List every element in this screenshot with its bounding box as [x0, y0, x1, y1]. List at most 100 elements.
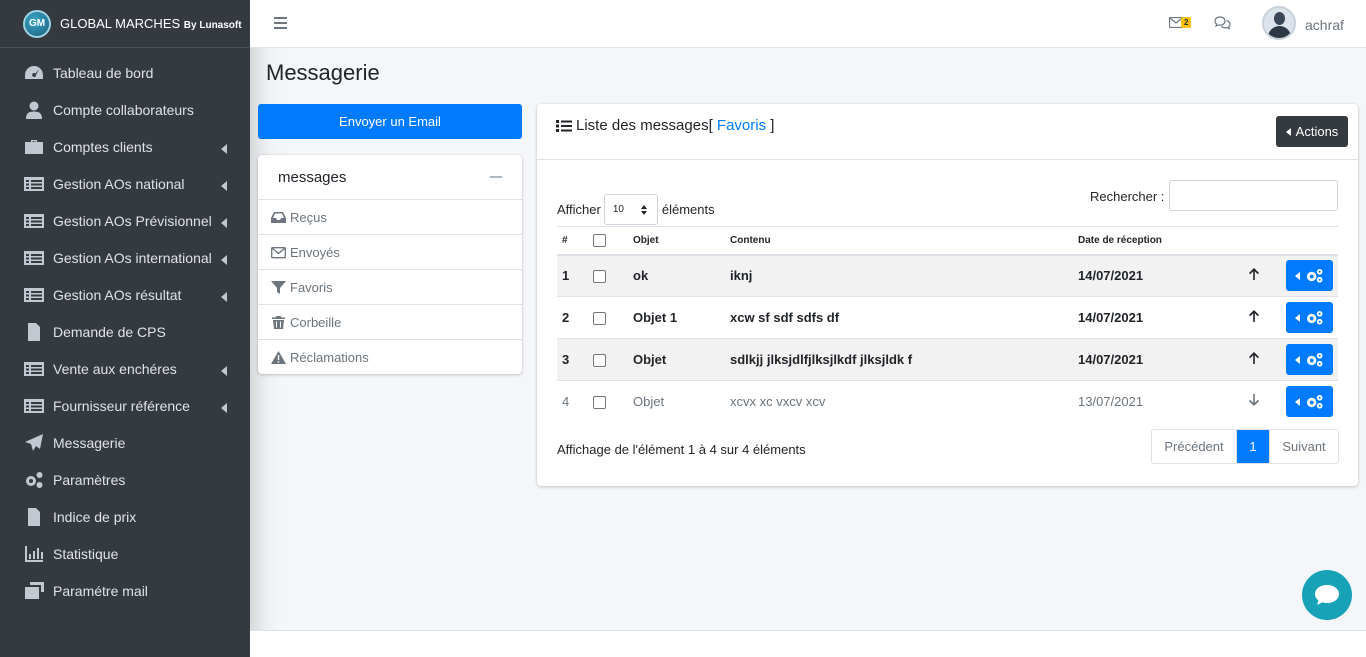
briefcase-icon [22, 137, 46, 157]
row-checkbox[interactable] [593, 354, 606, 368]
table-row[interactable]: 4 Objet xcvx xc vxcv xcv 13/07/2021 [557, 380, 1338, 423]
actions-button[interactable]: Actions [1276, 116, 1348, 147]
table-header-row: # Objet Contenu Date de réception [557, 226, 1338, 256]
send-email-button[interactable]: Envoyer un Email [258, 104, 522, 139]
sidebar-item-param-tres[interactable]: Paramètres [0, 461, 250, 498]
row-checkbox[interactable] [593, 396, 606, 410]
sidebar-nav: Tableau de bord Compte collaborateurs Comp… [0, 48, 250, 609]
user-icon [22, 100, 46, 120]
messages-title: Liste des messages [ Favoris ] [556, 117, 774, 134]
page-1-button[interactable]: 1 [1237, 430, 1269, 463]
sidebar-item-label: Fournisseur référence [53, 397, 190, 414]
sidebar-item-comptes-clients[interactable]: Comptes clients [0, 128, 250, 165]
brand-link[interactable]: GM GLOBAL MARCHES By Lunasoft [0, 0, 250, 48]
folders-list: Reçus Envoyés Favoris Corbeille Réclamations [258, 200, 522, 375]
username[interactable]: achraf [1305, 17, 1344, 33]
cell-objet: Objet 1 [628, 296, 725, 339]
sidebar-item-gestion-aos-international[interactable]: Gestion AOs international [0, 239, 250, 276]
folder-label: Corbeille [290, 314, 342, 330]
folder-reclamations[interactable]: Réclamations [258, 340, 522, 375]
folder-corbeille[interactable]: Corbeille [258, 305, 522, 340]
row-checkbox[interactable] [593, 270, 606, 284]
cell-date: 14/07/2021 [1073, 254, 1243, 297]
row-actions-button[interactable] [1286, 260, 1333, 292]
col-date[interactable]: Date de réception [1073, 226, 1243, 256]
sidebar-item-statistique[interactable]: Statistique [0, 535, 250, 572]
show-label: Afficher [557, 202, 601, 217]
brand-by: By Lunasoft [183, 20, 242, 31]
trash-icon [271, 315, 290, 329]
row-actions-button[interactable] [1286, 386, 1333, 418]
top-navbar: 2 achraf [250, 0, 1366, 48]
cell-contenu: xcw sf sdf sdfs df [725, 296, 1073, 339]
folder-envoyes[interactable]: Envoyés [258, 235, 522, 270]
row-checkbox[interactable] [593, 312, 606, 326]
col-contenu[interactable]: Contenu [725, 226, 1073, 256]
sidebar-item-label: Comptes clients [53, 138, 153, 155]
caret-left-icon [1285, 127, 1291, 136]
paper-plane-icon [22, 433, 46, 453]
list-card-icon [22, 359, 46, 379]
select-all-checkbox[interactable] [593, 233, 606, 247]
collapse-icon[interactable] [490, 176, 502, 178]
folders-card: messages Reçus Envoyés Favoris Corbeille Réc… [258, 155, 522, 374]
sidebar-item-indice-de-prix[interactable]: Indice de prix [0, 498, 250, 535]
previous-page-button[interactable]: Précédent [1152, 430, 1237, 463]
row-actions-button[interactable] [1286, 302, 1333, 333]
comments-icon[interactable] [1214, 16, 1231, 30]
user-avatar[interactable] [1262, 6, 1296, 40]
sidebar-item-compte-collaborateurs[interactable]: Compte collaborateurs [0, 91, 250, 128]
sidebar-item-demande-de-cps[interactable]: Demande de CPS [0, 313, 250, 350]
messages-card: Liste des messages [ Favoris ] Actions A… [537, 104, 1358, 486]
chat-widget-button[interactable] [1302, 570, 1352, 620]
messages-title-text: Liste des messages [576, 117, 709, 134]
cell-date: 13/07/2021 [1073, 380, 1243, 423]
cell-number: 4 [557, 380, 588, 423]
sidebar-item-gestion-aos-pr-visionnel[interactable]: Gestion AOs Prévisionnel [0, 202, 250, 239]
row-actions-button[interactable] [1286, 344, 1333, 375]
sidebar-item-tableau-de-bord[interactable]: Tableau de bord [0, 54, 250, 91]
sidebar-item-label: Gestion AOs international [53, 249, 212, 266]
mail-count-badge: 2 [1181, 17, 1192, 28]
mail-bulk-icon [22, 581, 46, 601]
sidebar-item-gestion-aos-national[interactable]: Gestion AOs national [0, 165, 250, 202]
envelope-icon [271, 246, 290, 259]
cell-contenu: iknj [725, 254, 1073, 297]
table-row[interactable]: 3 Objet sdlkjj jlksjdlfjlksjlkdf jlksjldk … [557, 338, 1338, 381]
sidebar-item-vente-aux-ench-res[interactable]: Vente aux enchéres [0, 350, 250, 387]
list-card-icon [22, 285, 46, 305]
cogs-icon [1307, 352, 1323, 367]
arrow-down-icon [1249, 394, 1259, 407]
filter-bracket-close: ] [770, 117, 775, 134]
cell-actions [1281, 338, 1338, 381]
col-number[interactable]: # [557, 226, 588, 256]
col-objet[interactable]: Objet [628, 226, 725, 256]
sidebar-item-label: Statistique [53, 545, 119, 562]
sidebar-item-messagerie[interactable]: Messagerie [0, 424, 250, 461]
folder-recus[interactable]: Reçus [258, 200, 522, 235]
caret-left-icon [1295, 397, 1300, 406]
sidebar-item-label: Indice de prix [53, 508, 137, 525]
chevron-left-icon [220, 363, 228, 376]
menu-toggle-icon[interactable] [274, 17, 287, 29]
cell-select [588, 254, 628, 297]
table-row[interactable]: 1 ok iknj 14/07/2021 [557, 254, 1338, 297]
search-label: Rechercher : [1090, 189, 1165, 204]
col-direction [1243, 226, 1281, 256]
sidebar-item-param-tre-mail[interactable]: Paramétre mail [0, 572, 250, 609]
cogs-icon [1307, 395, 1323, 409]
sidebar-item-fournisseur-r-f-rence[interactable]: Fournisseur référence [0, 387, 250, 424]
folders-header: messages [258, 155, 522, 200]
sidebar-item-label: Compte collaborateurs [53, 101, 194, 118]
folder-favoris[interactable]: Favoris [258, 270, 522, 305]
table-row[interactable]: 2 Objet 1 xcw sf sdf sdfs df 14/07/2021 [557, 296, 1338, 339]
next-page-button[interactable]: Suivant [1269, 430, 1338, 463]
page-size-select[interactable]: 10 [603, 194, 658, 225]
sidebar-item-label: Paramétre mail [53, 582, 148, 599]
arrow-up-icon [1249, 310, 1259, 322]
folder-label: Favoris [290, 279, 333, 295]
sidebar-item-gestion-aos-r-sultat[interactable]: Gestion AOs résultat [0, 276, 250, 313]
chevron-left-icon [220, 141, 228, 154]
file-icon [22, 507, 46, 527]
search-input[interactable] [1169, 180, 1338, 211]
